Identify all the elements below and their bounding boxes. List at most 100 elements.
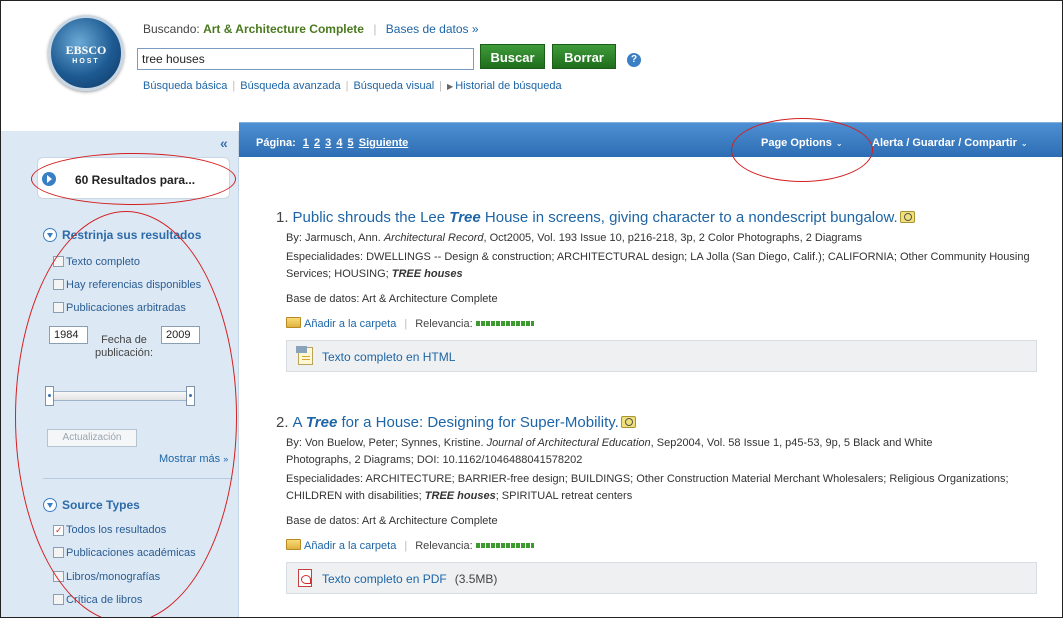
subjects-text: Especialidades: ARCHITECTURE; BARRIER-fr… [286, 473, 1009, 502]
results-count-box[interactable]: 60 Resultados para... [37, 157, 230, 199]
refine-results-title[interactable]: Restrinja sus resultados [43, 228, 201, 242]
checkbox[interactable] [53, 571, 64, 582]
page-options-label: Page Options [761, 137, 832, 149]
add-to-folder-link[interactable]: Añadir a la carpeta [304, 318, 396, 330]
databases-link[interactable]: Bases de datos » [386, 22, 479, 36]
advanced-search-link[interactable]: Búsqueda avanzada [240, 80, 340, 92]
collapse-sidebar-icon[interactable]: « [220, 135, 228, 151]
refine-option-peer-reviewed[interactable]: Publicaciones arbitradas [53, 302, 186, 314]
source-option-book-reviews[interactable]: Crítica de libros [53, 594, 142, 606]
authors: By: Jarmusch, Ann. [286, 232, 381, 244]
result-citation: By: Von Buelow, Peter; Synnes, Kristine.… [276, 435, 1046, 469]
checkbox[interactable] [53, 594, 64, 605]
date-slider-track[interactable] [49, 391, 195, 401]
page-4-link[interactable]: 4 [336, 137, 342, 149]
year-to-input[interactable]: 2009 [161, 326, 200, 344]
refine-option-fulltext[interactable]: Texto completo [53, 256, 140, 268]
source-option-all[interactable]: Todos los resultados [53, 524, 166, 536]
fulltext-label: Texto completo en HTML [322, 350, 456, 364]
checkbox-checked[interactable] [53, 525, 64, 536]
logo-line2: HOST [72, 58, 100, 65]
title-part: Public shrouds the Lee [292, 209, 446, 226]
visual-search-link[interactable]: Búsqueda visual [353, 80, 434, 92]
searching-line: Buscando: Art & Architecture Complete | … [143, 22, 479, 36]
result-item-1: 1. Public shrouds the Lee Tree House in s… [276, 209, 1046, 372]
checkbox[interactable] [53, 279, 64, 290]
source-types-label: Source Types [62, 498, 140, 512]
chevron-down-icon: ⌄ [1020, 139, 1028, 148]
subjects-highlight: TREE houses [391, 268, 463, 280]
logo-text: EBSCO HOST [61, 43, 111, 67]
option-label: Hay referencias disponibles [66, 279, 202, 291]
page-label: Página: [256, 137, 296, 149]
next-page-link[interactable]: Siguiente [359, 137, 409, 149]
option-label: Crítica de libros [66, 594, 143, 606]
separator: | [345, 80, 349, 92]
date-slider-end-handle[interactable] [186, 386, 195, 406]
result-title[interactable]: 1. Public shrouds the Lee Tree House in s… [276, 209, 1046, 226]
search-nav: Búsqueda básica | Búsqueda avanzada | Búsque… [143, 80, 562, 92]
source-option-books[interactable]: Libros/monografías [53, 571, 160, 583]
clear-button[interactable]: Borrar [552, 44, 616, 69]
triangle-right-icon: ▶ [447, 82, 454, 91]
source-option-academic[interactable]: Publicaciones académicas [53, 547, 196, 559]
show-more-link[interactable]: Mostrar más » [159, 453, 228, 465]
relevance-label: Relevancia: [415, 318, 473, 330]
update-button[interactable]: Actualización [47, 429, 137, 447]
result-actions: Añadir a la carpeta | Relevancia: [276, 317, 1046, 330]
chevron-down-icon: ⌄ [835, 139, 843, 148]
page-3-link[interactable]: 3 [325, 137, 331, 149]
page-1-link[interactable]: 1 [303, 137, 309, 149]
chevron-down-icon [43, 228, 57, 242]
chevron-down-icon [43, 498, 57, 512]
separator: | [404, 540, 408, 552]
citation-details: , Sep2004, Vol. 58 Issue 1, p45-53, 9p, … [650, 437, 933, 449]
result-number: 1. [276, 209, 289, 226]
journal: Journal of Architectural Education [486, 437, 651, 449]
checkbox[interactable] [53, 256, 64, 267]
option-label: Libros/monografías [66, 571, 161, 583]
result-citation: By: Jarmusch, Ann. Architectural Record,… [276, 230, 1046, 247]
subjects-text: ; SPIRITUAL retreat centers [495, 490, 633, 502]
ebscohost-logo[interactable]: EBSCO HOST [48, 15, 124, 91]
page-options-menu[interactable]: Page Options ⌄ [761, 137, 843, 149]
results-toolbar: Página: 1 2 3 4 5 Siguiente Page Options… [239, 122, 1062, 157]
result-database: Base de datos: Art & Architecture Comple… [286, 515, 498, 527]
option-label: Publicaciones arbitradas [66, 302, 186, 314]
header: EBSCO HOST Buscando: Art & Architecture … [1, 1, 1062, 119]
pdf-fulltext-link[interactable]: Texto completo en PDF (3.5MB) [286, 562, 1037, 594]
results-count: 60 Resultados para... [75, 173, 196, 187]
checkbox[interactable] [53, 547, 64, 558]
year-from-input[interactable]: 1984 [49, 326, 88, 344]
result-database: Base de datos: Art & Architecture Comple… [286, 293, 498, 305]
search-history-link[interactable]: Historial de búsqueda [455, 80, 561, 92]
add-to-folder-link[interactable]: Añadir a la carpeta [304, 540, 396, 552]
page-2-link[interactable]: 2 [314, 137, 320, 149]
relevance-bar [475, 321, 534, 326]
basic-search-link[interactable]: Búsqueda básica [143, 80, 227, 92]
date-slider-start-handle[interactable] [45, 386, 54, 406]
alert-save-share-menu[interactable]: Alerta / Guardar / Compartir ⌄ [872, 137, 1028, 149]
authors: By: Von Buelow, Peter; Synnes, Kristine. [286, 437, 484, 449]
result-subjects: Especialidades: DWELLINGS -- Design & co… [276, 249, 1046, 283]
preview-magnifier-icon[interactable] [620, 416, 636, 428]
page-5-link[interactable]: 5 [348, 137, 354, 149]
help-icon[interactable]: ? [627, 53, 641, 67]
html-fulltext-link[interactable]: Texto completo en HTML [286, 340, 1037, 372]
refine-results-label: Restrinja sus resultados [62, 228, 202, 242]
search-button[interactable]: Buscar [480, 44, 545, 69]
refine-option-references[interactable]: Hay referencias disponibles [53, 279, 201, 291]
alert-save-share-label: Alerta / Guardar / Compartir [872, 137, 1017, 149]
result-subjects: Especialidades: ARCHITECTURE; BARRIER-fr… [276, 471, 1046, 505]
search-input[interactable] [137, 48, 474, 70]
preview-magnifier-icon[interactable] [899, 211, 915, 223]
folder-icon [286, 317, 301, 328]
separator: | [404, 318, 408, 330]
logo-line1: EBSCO [65, 43, 107, 57]
source-types-title[interactable]: Source Types [43, 498, 140, 512]
publication-date-label: Fecha de publicación: [94, 334, 154, 359]
citation-details: , Oct2005, Vol. 193 Issue 10, p216-218, … [483, 232, 862, 244]
result-title[interactable]: 2. A Tree for a House: Designing for Supe… [276, 414, 1046, 431]
searching-label: Buscando: [143, 22, 200, 36]
checkbox[interactable] [53, 302, 64, 313]
